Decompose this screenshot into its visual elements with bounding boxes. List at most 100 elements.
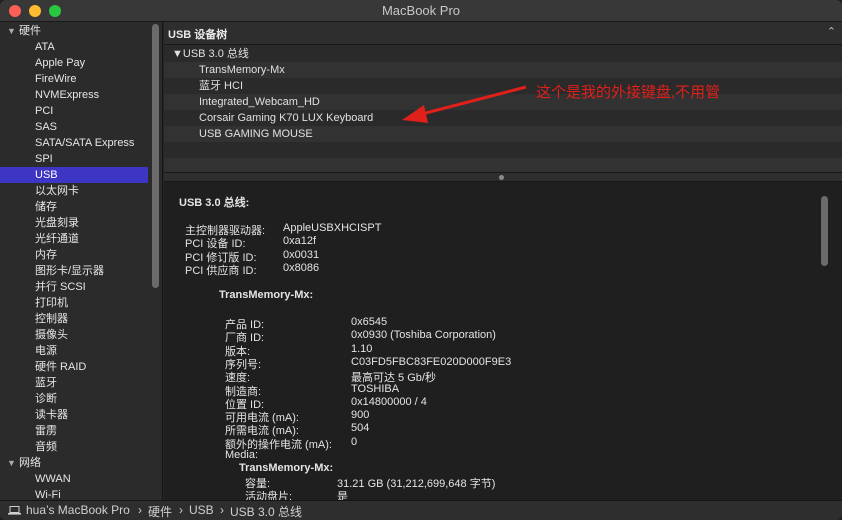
system-information-window: MacBook Pro ▼ 硬件 ATA Apple Pay FireWire NVMEx…: [0, 0, 842, 520]
property-value: 0x0031: [283, 248, 320, 261]
sidebar-item-label: 读卡器: [35, 409, 68, 421]
sidebar-item-label: 网络: [19, 457, 41, 469]
disclosure-triangle-icon[interactable]: ▼: [7, 455, 19, 471]
detail-pane: USB 3.0 总线: 主控制器驱动器: AppleUSBXHCISPT PCI 设…: [164, 182, 842, 500]
tree-item-device[interactable]: TransMemory-Mx: [164, 62, 842, 78]
sidebar-item[interactable]: 硬件 RAID: [0, 359, 148, 375]
sidebar-item[interactable]: 以太网卡: [0, 183, 148, 199]
sidebar-item-label: PCI: [35, 105, 54, 117]
sidebar-item-label: FireWire: [35, 73, 77, 85]
sidebar-item-label: 硬件 RAID: [35, 361, 87, 373]
sidebar-item-label: 硬件: [19, 25, 41, 37]
sidebar-item[interactable]: 摄像头: [0, 327, 148, 343]
sidebar-item[interactable]: 诊断: [0, 391, 148, 407]
sidebar-item[interactable]: 内存: [0, 247, 148, 263]
sidebar-item[interactable]: 光盘刻录: [0, 215, 148, 231]
sidebar-item[interactable]: 蓝牙: [0, 375, 148, 391]
breadcrumb-item[interactable]: USB 3.0 总线: [230, 503, 302, 520]
sidebar-item-label: SATA/SATA Express: [35, 137, 135, 149]
property-value: 1.10: [351, 342, 373, 355]
sidebar-item-label: 光纤通道: [35, 233, 79, 245]
annotation-note: 这个是我的外接键盘,不用管: [536, 84, 721, 101]
sidebar-item-label: WWAN: [35, 473, 71, 485]
sidebar-group[interactable]: ▼ 网络: [0, 455, 148, 471]
sidebar-item[interactable]: 音频: [0, 439, 148, 455]
sidebar-item[interactable]: 读卡器: [0, 407, 148, 423]
sidebar-item[interactable]: Apple Pay: [0, 55, 148, 71]
sidebar-item-label: 控制器: [35, 313, 68, 325]
property-value: 504: [351, 422, 370, 435]
breadcrumb-item[interactable]: hua’s MacBook Pro: [26, 503, 130, 517]
sidebar-item[interactable]: WWAN: [0, 471, 148, 487]
annotation-arrow-icon: [402, 85, 527, 123]
breadcrumb-separator: ›: [179, 503, 183, 517]
sidebar-item[interactable]: PCI: [0, 103, 148, 119]
sidebar-item[interactable]: 电源: [0, 343, 148, 359]
chevron-up-icon[interactable]: ⌃: [827, 25, 836, 38]
sidebar-item-label: USB: [35, 169, 58, 181]
sidebar-item[interactable]: Wi-Fi: [0, 487, 148, 500]
sidebar-item-label: 光盘刻录: [35, 217, 79, 229]
sidebar-item-label: 音频: [35, 441, 57, 453]
sidebar-item[interactable]: USB: [0, 167, 148, 183]
laptop-icon: [8, 506, 21, 515]
media-title: TransMemory-Mx:: [239, 462, 334, 474]
sidebar-item-label: 摄像头: [35, 329, 68, 341]
sidebar-item-label: 电源: [35, 345, 57, 357]
property-value: 0x6545: [351, 316, 388, 328]
sidebar-scrollbar[interactable]: [152, 24, 159, 288]
pane-splitter[interactable]: [164, 172, 842, 182]
property-key: 活动盘片:: [245, 491, 293, 500]
sidebar-item[interactable]: 并行 SCSI: [0, 279, 148, 295]
breadcrumb-separator: ›: [138, 503, 142, 517]
sidebar-group[interactable]: ▼ 硬件: [0, 23, 148, 39]
sidebar-item[interactable]: FireWire: [0, 71, 148, 87]
detail-scrollbar[interactable]: [821, 196, 828, 266]
property-key: PCI 供应商 ID:: [185, 264, 257, 277]
tree-header: USB 设备树 ⌃: [164, 22, 842, 45]
property-value: 是: [337, 491, 348, 500]
tree-item-device[interactable]: USB GAMING MOUSE: [164, 126, 842, 142]
sidebar-item[interactable]: 控制器: [0, 311, 148, 327]
property-value: 0xa12f: [283, 235, 317, 248]
sidebar-item-label: 并行 SCSI: [35, 281, 86, 293]
path-bar: hua’s MacBook Pro › 硬件 › USB › USB 3.0 总线: [0, 500, 842, 520]
splitter-handle-icon[interactable]: [499, 175, 504, 180]
sidebar-item-label: Apple Pay: [35, 57, 86, 69]
property-value: 900: [351, 409, 370, 422]
sidebar-item[interactable]: 储存: [0, 199, 148, 215]
property-value: 0x8086: [283, 261, 320, 274]
tree-empty-row: [164, 142, 842, 158]
sidebar-item-label: NVMExpress: [35, 89, 100, 101]
sidebar-item[interactable]: 图形卡/显示器: [0, 263, 148, 279]
sidebar-item[interactable]: ATA: [0, 39, 148, 55]
sidebar-item[interactable]: 打印机: [0, 295, 148, 311]
tree-item-usb-bus[interactable]: ▼USB 3.0 总线: [164, 46, 842, 62]
bus-title: USB 3.0 总线:: [179, 197, 250, 209]
sidebar-item-label: SAS: [35, 121, 58, 133]
tree-header-label: USB 设备树: [168, 29, 228, 41]
property-value: 0x14800000 / 4: [351, 395, 427, 408]
property-value: 31.21 GB (31,212,699,648 字节): [337, 478, 496, 490]
breadcrumb-item[interactable]: USB: [189, 503, 214, 517]
sidebar-item[interactable]: SPI: [0, 151, 148, 167]
property-value: C03FD5FBC83FE020D000F9E3: [351, 355, 512, 368]
disclosure-triangle-icon[interactable]: ▼: [7, 23, 19, 39]
sidebar-item-label: 雷雳: [35, 425, 57, 437]
media-label: Media:: [225, 449, 259, 461]
sidebar-item-label: 储存: [35, 201, 57, 213]
sidebar-item[interactable]: NVMExpress: [0, 87, 148, 103]
property-value: 0x0930 (Toshiba Corporation): [351, 329, 496, 342]
sidebar-item-label: 蓝牙: [35, 377, 57, 389]
sidebar-item-label: 打印机: [35, 297, 68, 309]
window-title: MacBook Pro: [381, 3, 461, 18]
property-value: AppleUSBXHCISPT: [283, 222, 382, 234]
breadcrumb-separator: ›: [220, 503, 224, 517]
sidebar-item[interactable]: 光纤通道: [0, 231, 148, 247]
sidebar-item[interactable]: SATA/SATA Express: [0, 135, 148, 151]
sidebar-item-label: SPI: [35, 153, 53, 165]
sidebar-item[interactable]: SAS: [0, 119, 148, 135]
sidebar: ▼ 硬件 ATA Apple Pay FireWire NVMExpress PCI SAS S…: [0, 22, 163, 500]
breadcrumb-item[interactable]: 硬件: [148, 503, 172, 520]
sidebar-item[interactable]: 雷雳: [0, 423, 148, 439]
